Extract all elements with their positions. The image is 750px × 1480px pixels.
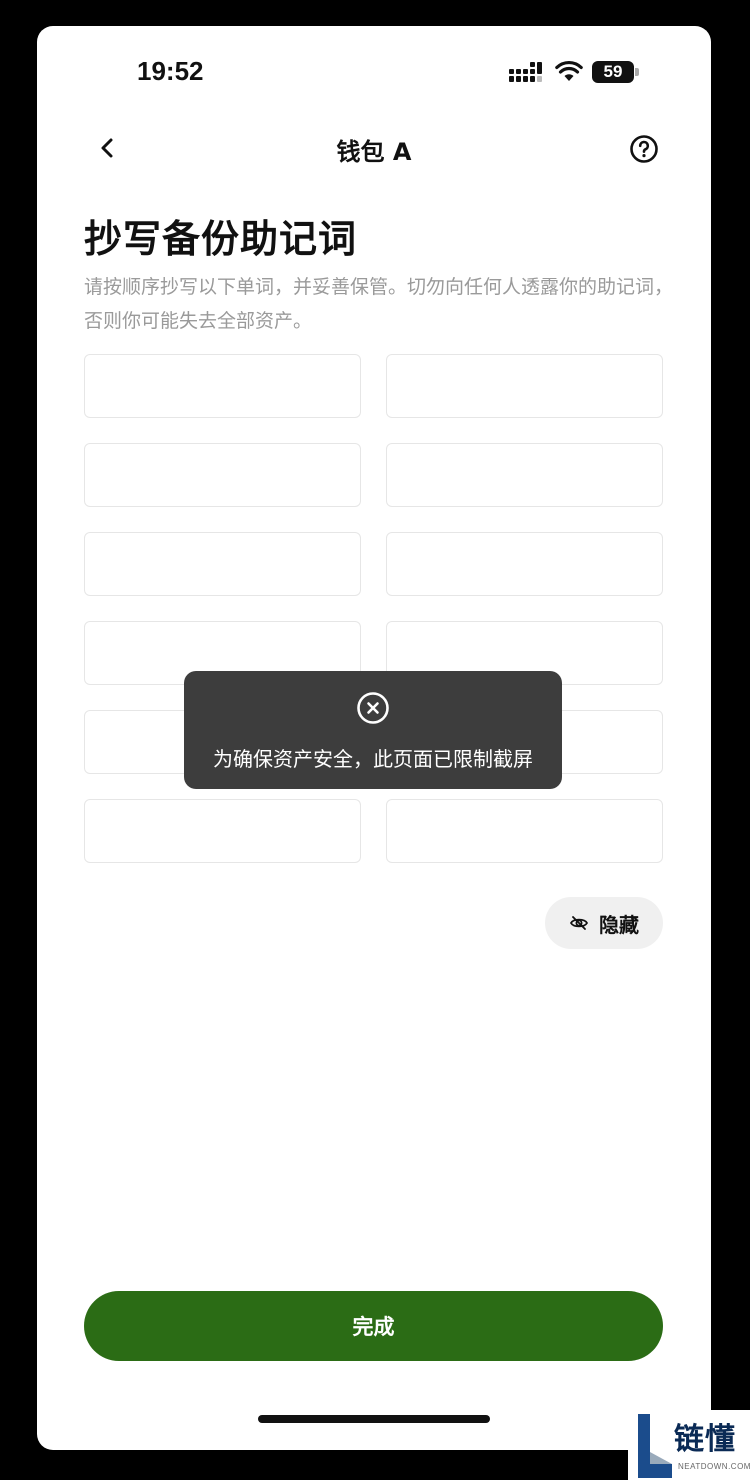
mnemonic-word-slot (84, 532, 361, 596)
home-indicator (258, 1415, 490, 1423)
page-title: 抄写备份助记词 (84, 217, 358, 261)
toast-message: 为确保资产安全，此页面已限制截屏 (213, 747, 533, 771)
hide-button-label: 隐藏 (599, 912, 639, 937)
watermark-text: 链懂 (674, 1422, 736, 1457)
question-circle-icon[interactable] (629, 134, 659, 164)
eye-off-icon (569, 916, 589, 930)
mnemonic-word-slot (84, 799, 361, 863)
battery-indicator: 59 (592, 61, 634, 83)
close-circle-icon (357, 692, 389, 724)
mnemonic-word-slot (386, 443, 663, 507)
mnemonic-word-slot (386, 799, 663, 863)
mnemonic-word-slot (386, 354, 663, 418)
battery-cap (635, 68, 639, 76)
phone-screen: 19:52 59 钱包 A 抄写备份助记词 请按顺序抄写以下单词，并妥善保管。切… (37, 26, 711, 1450)
watermark-subtext: NEATDOWN.COM (678, 1462, 750, 1471)
mnemonic-word-slot (386, 532, 663, 596)
done-button[interactable]: 完成 (84, 1291, 663, 1361)
page-description: 请按顺序抄写以下单词，并妥善保管。切勿向任何人透露你的助记词，否则你可能失去全部… (84, 276, 674, 332)
watermark: 链懂 NEATDOWN.COM (628, 1410, 750, 1480)
hide-button[interactable]: 隐藏 (545, 897, 663, 949)
mnemonic-word-slot (84, 443, 361, 507)
status-time: 19:52 (137, 56, 204, 86)
mnemonic-word-slot (84, 354, 361, 418)
nav-title: 钱包 A (336, 138, 412, 166)
watermark-logo-icon (638, 1414, 672, 1478)
wifi-icon (555, 60, 583, 81)
cellular-signal-icon (509, 62, 542, 82)
screenshot-restricted-toast: 为确保资产安全，此页面已限制截屏 (184, 671, 562, 789)
